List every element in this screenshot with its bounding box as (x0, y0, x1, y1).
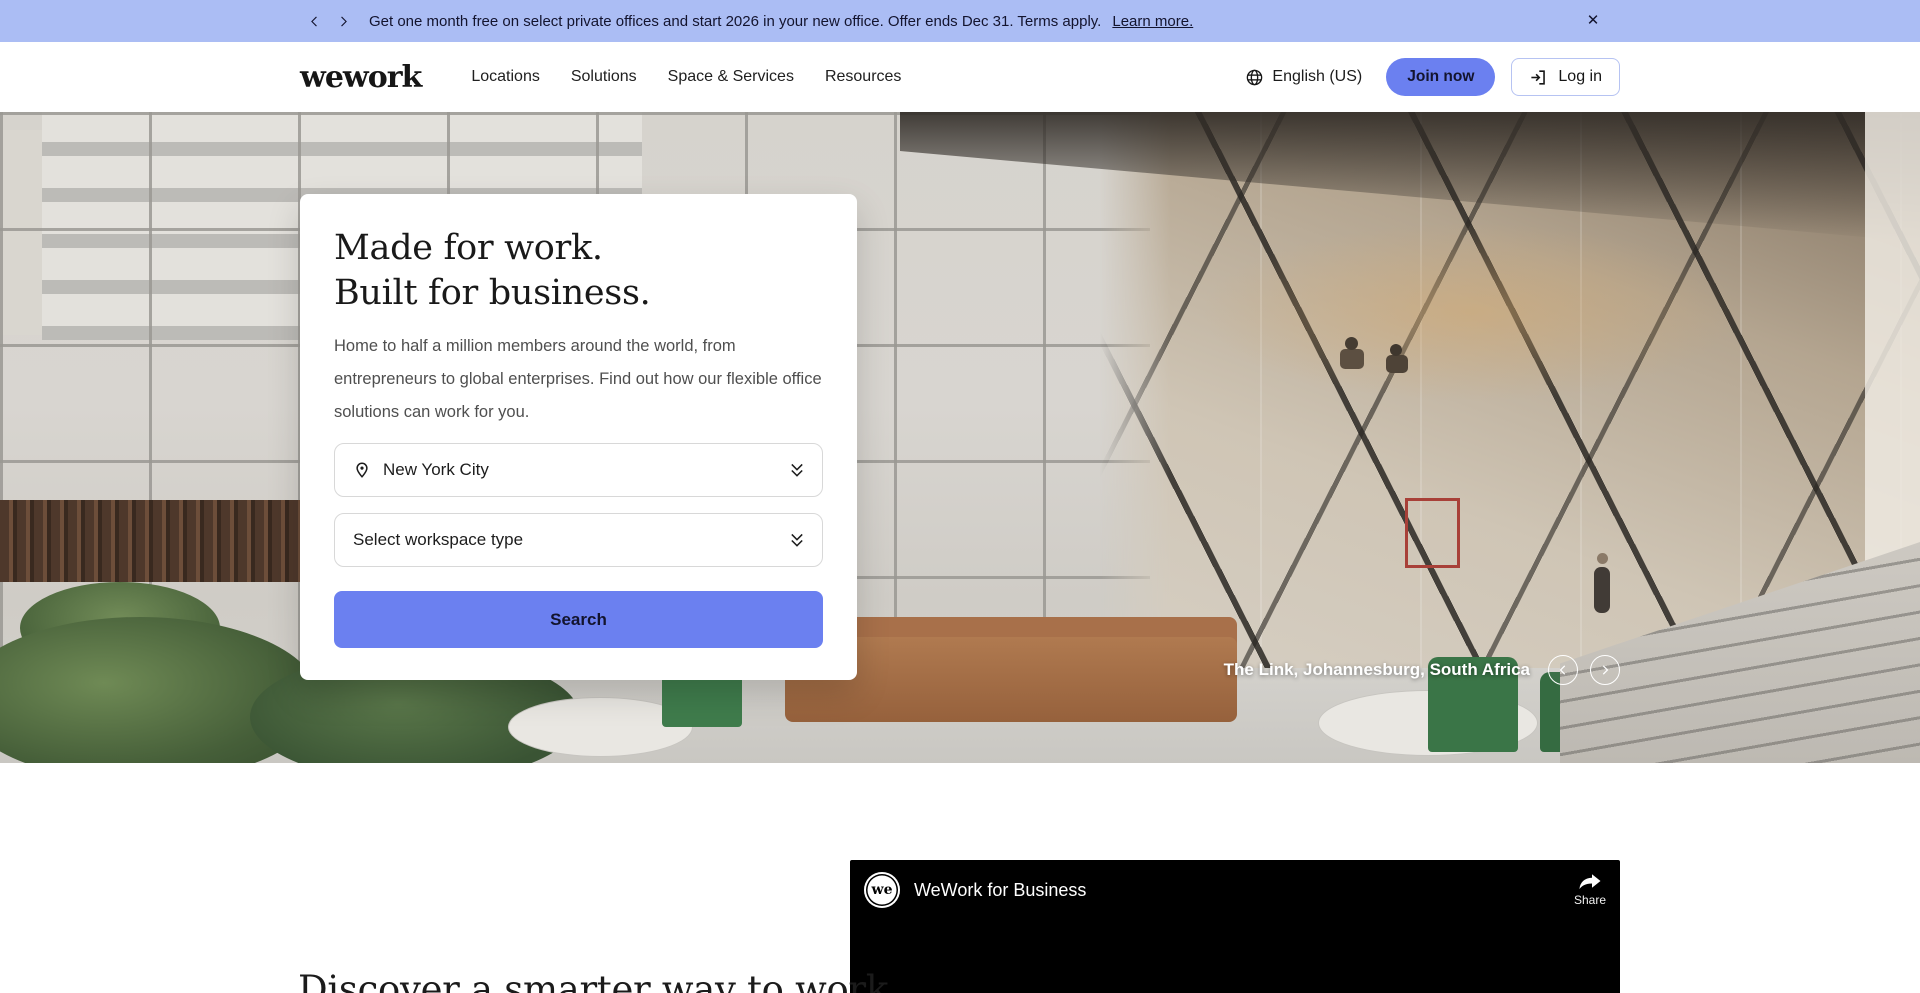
hero-heading: Made for work. Built for business. (334, 226, 823, 316)
hero-heading-line2: Built for business. (334, 271, 823, 316)
wework-channel-avatar[interactable]: we (864, 872, 900, 908)
nav-item-locations[interactable]: Locations (471, 68, 540, 86)
video-header: we WeWork for Business Share (850, 860, 1620, 920)
carousel-prev-button[interactable] (1548, 655, 1578, 685)
banner-message: Get one month free on select private off… (369, 13, 1101, 30)
search-button[interactable]: Search (334, 591, 823, 648)
share-icon (1577, 868, 1603, 890)
banner-close-button[interactable]: ✕ (1582, 10, 1604, 32)
double-chevron-down-icon (788, 461, 806, 480)
login-label: Log in (1558, 68, 1602, 86)
banner-learn-more-link[interactable]: Learn more. (1112, 13, 1193, 30)
share-button[interactable]: Share (1574, 868, 1606, 907)
chevron-left-icon (1556, 663, 1570, 677)
video-player[interactable] (850, 920, 1620, 993)
location-select[interactable]: New York City (334, 443, 823, 497)
chevron-right-icon (337, 15, 350, 28)
banner-prev-button[interactable] (303, 10, 325, 32)
join-now-button[interactable]: Join now (1386, 58, 1495, 96)
login-button[interactable]: Log in (1511, 58, 1620, 96)
next-section-heading: Discover a smarter way to work (298, 968, 888, 993)
close-icon: ✕ (1587, 12, 1600, 29)
wework-logo[interactable]: wework (300, 60, 421, 95)
banner-next-button[interactable] (332, 10, 354, 32)
hero-location-caption: The Link, Johannesburg, South Africa (1224, 660, 1530, 680)
hero-heading-line1: Made for work. (334, 226, 823, 271)
video-title-link[interactable]: WeWork for Business (914, 880, 1086, 901)
double-chevron-down-icon (788, 531, 806, 550)
promo-banner: Get one month free on select private off… (0, 0, 1920, 42)
workspace-type-select[interactable]: Select workspace type (334, 513, 823, 567)
carousel-next-button[interactable] (1590, 655, 1620, 685)
wework-homepage: Get one month free on select private off… (0, 0, 1920, 993)
site-header: wework Locations Solutions Space & Servi… (0, 42, 1920, 112)
nav-item-resources[interactable]: Resources (825, 68, 901, 86)
hero-description: Home to half a million members around th… (334, 330, 836, 429)
hero-section: Made for work. Built for business. Home … (0, 112, 1920, 763)
content-section: we WeWork for Business Share Discover a … (0, 763, 1920, 993)
youtube-embed: we WeWork for Business Share (850, 860, 1620, 993)
workspace-select-placeholder: Select workspace type (353, 530, 523, 550)
nav-item-solutions[interactable]: Solutions (571, 68, 637, 86)
chevron-right-icon (1598, 663, 1612, 677)
login-arrow-icon (1529, 68, 1548, 87)
language-label: English (US) (1272, 68, 1362, 86)
share-label: Share (1574, 893, 1606, 907)
main-nav: Locations Solutions Space & Services Res… (471, 68, 901, 86)
hero-search-card: Made for work. Built for business. Home … (300, 194, 857, 680)
chevron-left-icon (308, 15, 321, 28)
nav-item-space-services[interactable]: Space & Services (668, 68, 794, 86)
location-pin-icon (353, 460, 371, 480)
language-selector[interactable]: English (US) (1245, 68, 1362, 87)
hero-caption-row: The Link, Johannesburg, South Africa (1224, 655, 1620, 685)
globe-icon (1245, 68, 1264, 87)
location-select-value: New York City (383, 460, 489, 480)
